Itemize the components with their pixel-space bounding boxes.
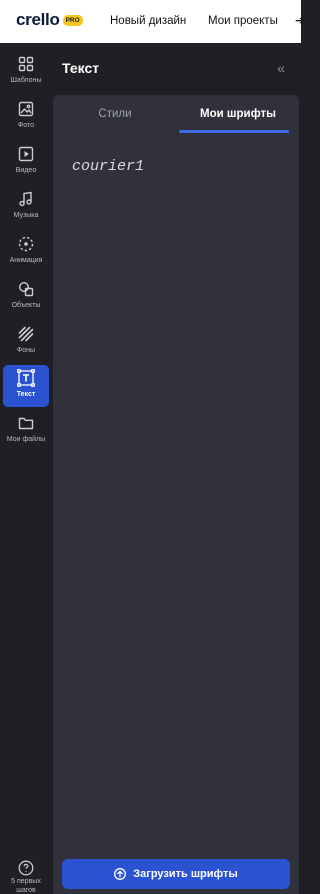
panel-title: Текст xyxy=(62,60,100,76)
top-bar: crello PRO Новый дизайн Мои проекты ➔ xyxy=(0,0,304,43)
photo-icon xyxy=(17,100,35,118)
rail-label: Текст xyxy=(16,391,36,398)
objects-icon xyxy=(17,280,35,298)
crello-logo[interactable]: crello PRO xyxy=(16,10,83,30)
question-icon xyxy=(3,860,49,877)
rail-label: Фоны xyxy=(16,347,36,354)
rail-item-music[interactable]: Музыка xyxy=(3,186,49,228)
getting-started-button[interactable]: 5 первых шагов xyxy=(3,860,49,894)
tab-my-fonts[interactable]: Мои шрифты xyxy=(177,108,299,120)
rail-item-my-files[interactable]: Мои файлы xyxy=(3,410,49,452)
upload-fonts-label: Загрузить шрифты xyxy=(133,868,238,880)
pro-badge: PRO xyxy=(62,14,83,26)
rail-label: Фото xyxy=(17,122,35,129)
rail-label: Видео xyxy=(15,167,37,174)
rail-item-text[interactable]: Текст xyxy=(3,365,49,407)
logo-text: crello xyxy=(16,10,60,29)
overflow-arrow-icon[interactable]: ➔ xyxy=(295,14,304,27)
text-panel: Стили Мои шрифты courier1 Загрузить шриф… xyxy=(53,95,299,894)
panel-header: Текст « xyxy=(52,43,301,95)
upload-fonts-button[interactable]: Загрузить шрифты xyxy=(62,859,290,889)
rail-label: Мои файлы xyxy=(6,436,46,443)
rail-label: Музыка xyxy=(13,212,39,219)
panel-tabs: Стили Мои шрифты xyxy=(53,95,299,133)
my-projects-link[interactable]: Мои проекты xyxy=(208,15,278,27)
help-line-2: шагов xyxy=(16,887,36,894)
folder-icon xyxy=(17,414,35,432)
rail-item-objects[interactable]: Объекты xyxy=(3,276,49,318)
rail-item-animation[interactable]: Анимация xyxy=(3,231,49,273)
left-rail: Шаблоны Фото Видео Музыка Анимация Объек… xyxy=(0,43,52,894)
rail-item-photo[interactable]: Фото xyxy=(3,96,49,138)
new-design-link[interactable]: Новый дизайн xyxy=(110,15,186,27)
rail-label: Объекты xyxy=(11,302,41,309)
upload-icon xyxy=(114,868,127,880)
help-line-1: 5 первых xyxy=(11,878,41,885)
rail-item-templates[interactable]: Шаблоны xyxy=(3,51,49,93)
rail-item-video[interactable]: Видео xyxy=(3,141,49,183)
rail-label: Шаблоны xyxy=(10,77,42,84)
grid-icon xyxy=(17,55,35,73)
tab-styles[interactable]: Стили xyxy=(53,108,177,120)
collapse-panel-icon[interactable]: « xyxy=(277,60,285,76)
font-item-courier1[interactable]: courier1 xyxy=(72,158,144,175)
active-tab-indicator xyxy=(179,130,289,133)
text-icon xyxy=(17,369,35,387)
backgrounds-icon xyxy=(17,325,35,343)
animation-icon xyxy=(17,235,35,253)
music-icon xyxy=(17,190,35,208)
video-icon xyxy=(17,145,35,163)
rail-item-backgrounds[interactable]: Фоны xyxy=(3,321,49,363)
rail-label: Анимация xyxy=(9,257,43,264)
